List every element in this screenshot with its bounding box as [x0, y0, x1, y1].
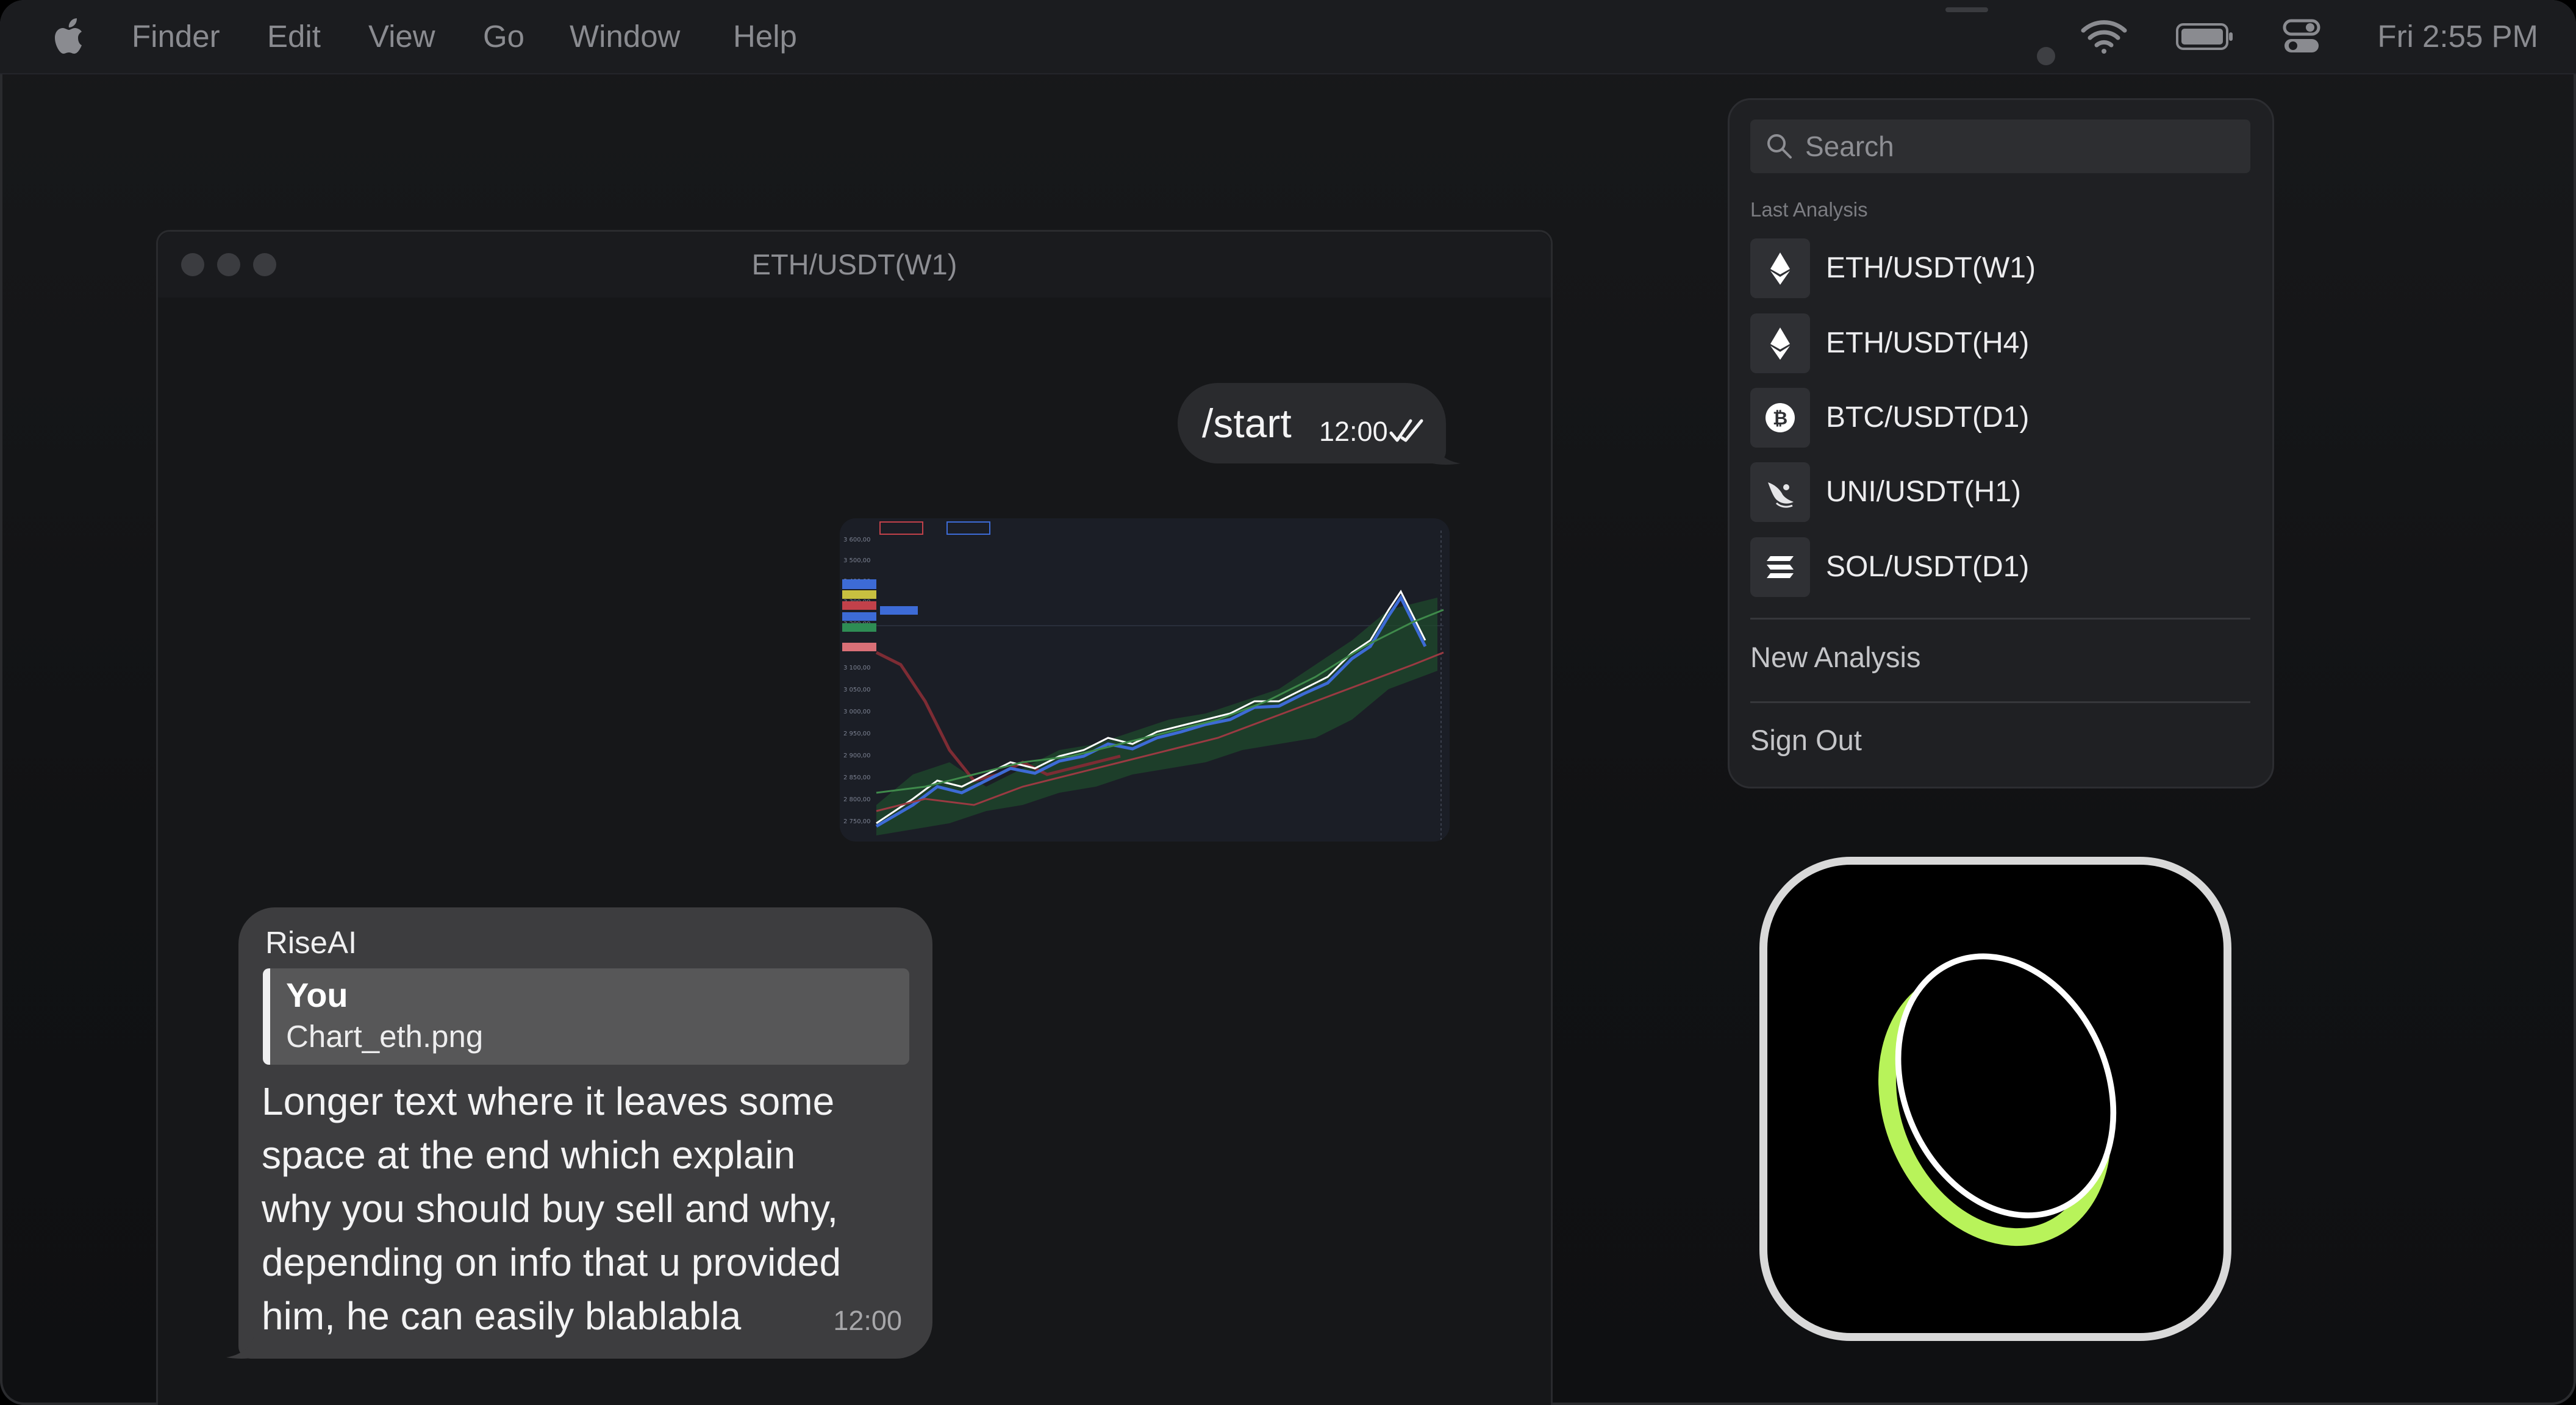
- chart-image-attachment[interactable]: 3 600,003 500,003 400,00 3 300,003 200,0…: [840, 518, 1450, 842]
- svg-text:2 900,00: 2 900,00: [843, 753, 871, 759]
- reply-quote[interactable]: You Chart_eth.png: [263, 968, 909, 1065]
- bitcoin-icon: ₿: [1750, 388, 1810, 448]
- svg-text:3 600,00: 3 600,00: [843, 537, 871, 543]
- pair-item[interactable]: SOL/USDT(D1): [1750, 537, 2250, 601]
- apple-logo-icon[interactable]: [51, 17, 88, 56]
- menu-go[interactable]: Go: [483, 17, 524, 56]
- battery-icon[interactable]: [2176, 23, 2234, 50]
- candlestick-chart-image: 3 600,003 500,003 400,00 3 300,003 200,0…: [840, 518, 1450, 842]
- chat-window: ETH/USDT(W1) /start 12:00 3 600,00 3 500,…: [156, 230, 1553, 1405]
- svg-text:3 500,00: 3 500,00: [843, 557, 871, 564]
- menubar: Finder Edit View Go Window Help Fri 2:55…: [0, 0, 2576, 74]
- menubar-clock[interactable]: Fri 2:55 PM: [2377, 17, 2538, 56]
- sender-name: RiseAI: [265, 925, 357, 960]
- menu-view[interactable]: View: [368, 17, 435, 56]
- last-analysis-heading: Last Analysis: [1750, 198, 1868, 221]
- svg-text:2 750,00: 2 750,00: [843, 818, 871, 825]
- ring-logo-icon: [1878, 953, 2117, 1246]
- pair-label: BTC/USDT(D1): [1826, 401, 2030, 434]
- status-app-indicator[interactable]: [1945, 7, 1988, 12]
- svg-text:3 050,00: 3 050,00: [843, 687, 871, 693]
- quote-filename: Chart_eth.png: [286, 1019, 484, 1054]
- pair-label: SOL/USDT(D1): [1826, 551, 2030, 583]
- outgoing-message-text: /start: [1202, 401, 1292, 446]
- search-placeholder: Search: [1805, 130, 1894, 162]
- ethereum-icon: [1750, 313, 1810, 373]
- pair-item[interactable]: ETH/USDT(H4): [1750, 313, 2250, 377]
- desktop: Finder Edit View Go Window Help Fri 2:55…: [0, 0, 2576, 1405]
- outgoing-message-bubble[interactable]: /start 12:00: [1178, 383, 1446, 463]
- svg-text:₿: ₿: [1773, 408, 1787, 429]
- status-dot-icon: [2037, 47, 2055, 65]
- menu-edit[interactable]: Edit: [267, 17, 321, 56]
- analysis-menu-panel: Search Last Analysis ETH/USDT(W1) ETH/US…: [1728, 98, 2274, 788]
- riseai-app-icon[interactable]: [1759, 857, 2231, 1341]
- ethereum-icon: [1750, 238, 1810, 298]
- menu-finder[interactable]: Finder: [132, 17, 220, 56]
- bubble-tail: [1433, 442, 1461, 465]
- new-analysis-button[interactable]: New Analysis: [1750, 638, 1921, 676]
- sign-out-button[interactable]: Sign Out: [1750, 721, 1862, 759]
- search-input[interactable]: Search: [1750, 120, 2250, 173]
- pair-label: ETH/USDT(W1): [1826, 252, 2036, 284]
- svg-text:3 000,00: 3 000,00: [843, 709, 871, 715]
- window-title: ETH/USDT(W1): [751, 248, 957, 281]
- menu-help[interactable]: Help: [733, 17, 797, 56]
- menu-window[interactable]: Window: [570, 17, 680, 56]
- svg-text:2 950,00: 2 950,00: [843, 731, 871, 737]
- menu-divider: [1750, 618, 2250, 620]
- bubble-tail: [226, 1335, 254, 1359]
- double-check-icon: [1389, 419, 1423, 442]
- solana-icon: [1750, 537, 1810, 597]
- pair-item[interactable]: ETH/USDT(W1): [1750, 238, 2250, 302]
- search-icon: [1767, 134, 1792, 159]
- pair-item[interactable]: UNI/USDT(H1): [1750, 462, 2250, 526]
- svg-text:2 800,00: 2 800,00: [843, 796, 871, 803]
- incoming-message-text: Longer text where it leaves some space a…: [262, 1079, 842, 1338]
- outgoing-message-time: 12:00: [1319, 416, 1388, 447]
- uniswap-icon: [1750, 462, 1810, 522]
- window-titlebar[interactable]: ETH/USDT(W1): [158, 232, 1551, 298]
- menu-divider: [1750, 701, 2250, 703]
- pair-label: UNI/USDT(H1): [1826, 476, 2021, 508]
- control-center-icon[interactable]: [2282, 17, 2321, 56]
- incoming-message-bubble[interactable]: RiseAI You Chart_eth.png Longer text whe…: [238, 907, 932, 1359]
- pair-item[interactable]: ₿ BTC/USDT(D1): [1750, 388, 2250, 451]
- wifi-icon[interactable]: [2081, 20, 2127, 54]
- svg-text:2 850,00: 2 850,00: [843, 774, 871, 781]
- svg-text:3 100,00: 3 100,00: [843, 665, 871, 671]
- pair-label: ETH/USDT(H4): [1826, 327, 2030, 359]
- quote-bar: [263, 968, 270, 1065]
- incoming-message-time: 12:00: [833, 1305, 902, 1336]
- quote-author: You: [286, 976, 348, 1014]
